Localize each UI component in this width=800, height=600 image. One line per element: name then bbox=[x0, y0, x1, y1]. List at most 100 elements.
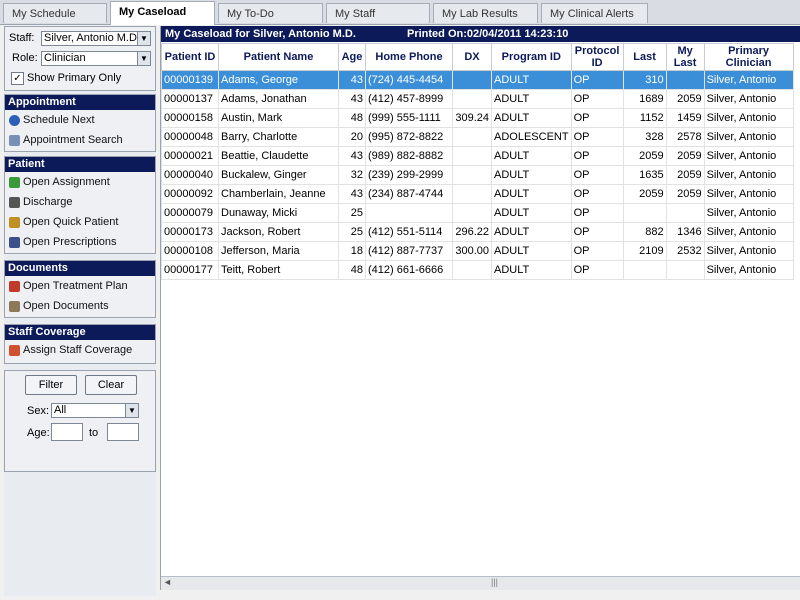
chevron-down-icon: ▼ bbox=[137, 52, 150, 65]
tab-my-lab-results[interactable]: My Lab Results bbox=[433, 3, 538, 23]
column-header[interactable]: Protocol ID bbox=[570, 43, 624, 71]
table-cell: 00000139 bbox=[161, 70, 219, 90]
column-header[interactable]: Primary Clinician bbox=[703, 43, 794, 71]
column-header[interactable]: Patient Name bbox=[218, 43, 339, 71]
tab-my-clinical-alerts[interactable]: My Clinical Alerts bbox=[541, 3, 648, 23]
table-cell bbox=[452, 89, 492, 109]
table-cell: 00000137 bbox=[161, 89, 219, 109]
discharge-link[interactable]: Discharge bbox=[5, 192, 155, 212]
appointment-search-link[interactable]: Appointment Search bbox=[5, 130, 155, 150]
scroll-left-icon[interactable]: ◄ bbox=[163, 577, 172, 587]
open-treatment-plan-label: Open Treatment Plan bbox=[23, 280, 128, 292]
table-cell: Silver, Antonio bbox=[703, 89, 794, 109]
age-to-input[interactable] bbox=[107, 423, 139, 441]
tab-my-schedule[interactable]: My Schedule bbox=[3, 3, 107, 23]
open-documents-link[interactable]: Open Documents bbox=[5, 296, 155, 316]
table-cell: OP bbox=[570, 70, 624, 90]
sex-select[interactable]: All ▼ bbox=[51, 403, 139, 418]
table-cell: Silver, Antonio bbox=[703, 222, 794, 242]
table-cell bbox=[365, 203, 453, 223]
documents-header: Documents bbox=[5, 261, 155, 276]
table-row[interactable]: 00000139 Adams, George 43 (724) 445-4454 ADU… bbox=[161, 70, 794, 90]
table-cell: 00000021 bbox=[161, 146, 219, 166]
column-header[interactable]: Home Phone bbox=[365, 43, 453, 71]
column-header[interactable]: Patient ID bbox=[161, 43, 219, 71]
table-cell: 1152 bbox=[622, 108, 667, 128]
table-cell bbox=[452, 70, 492, 90]
open-quick-patient-link[interactable]: Open Quick Patient bbox=[5, 212, 155, 232]
table-cell: 2578 bbox=[665, 127, 705, 147]
column-header[interactable]: My Last bbox=[665, 43, 705, 71]
age-from-input[interactable] bbox=[51, 423, 83, 441]
clear-button[interactable]: Clear bbox=[85, 375, 137, 395]
printed-on: Printed On:02/04/2011 14:23:10 bbox=[407, 28, 569, 40]
open-quick-patient-label: Open Quick Patient bbox=[23, 216, 119, 228]
quick-patient-icon bbox=[9, 216, 20, 228]
table-cell: (234) 887-4744 bbox=[365, 184, 453, 204]
horizontal-scrollbar[interactable]: ◄ ||| bbox=[161, 576, 800, 590]
table-cell: (724) 445-4454 bbox=[365, 70, 453, 90]
column-header[interactable]: DX bbox=[452, 43, 492, 71]
table-cell bbox=[452, 260, 492, 280]
table-cell: 1689 bbox=[622, 89, 667, 109]
table-cell: OP bbox=[570, 146, 624, 166]
chevron-down-icon: ▼ bbox=[125, 404, 138, 417]
role-select[interactable]: Clinician ▼ bbox=[41, 51, 151, 66]
tab-my-staff[interactable]: My Staff bbox=[326, 3, 430, 23]
table-cell: 2059 bbox=[665, 146, 705, 166]
table-cell: 48 bbox=[338, 260, 366, 280]
table-cell: 00000177 bbox=[161, 260, 219, 280]
table-cell: 310 bbox=[622, 70, 667, 90]
table-row[interactable]: 00000158 Austin, Mark 48 (999) 555-1111 309.… bbox=[161, 108, 794, 128]
staff-select[interactable]: Silver, Antonio M.D. ▼ bbox=[41, 31, 151, 46]
table-row[interactable]: 00000092 Chamberlain, Jeanne 43 (234) 887-4… bbox=[161, 184, 794, 204]
open-treatment-plan-link[interactable]: Open Treatment Plan bbox=[5, 276, 155, 296]
table-cell: Chamberlain, Jeanne bbox=[218, 184, 339, 204]
appointment-panel: Appointment Schedule Next Appointment Se… bbox=[4, 94, 156, 152]
show-primary-checkbox[interactable]: ✓ bbox=[11, 72, 24, 85]
table-cell: 2059 bbox=[622, 184, 667, 204]
table-cell: OP bbox=[570, 241, 624, 261]
table-cell: ADULT bbox=[491, 165, 572, 185]
treatment-plan-icon bbox=[9, 280, 20, 292]
table-cell: OP bbox=[570, 184, 624, 204]
staff-coverage-panel: Staff Coverage Assign Staff Coverage bbox=[4, 324, 156, 364]
filter-button[interactable]: Filter bbox=[25, 375, 77, 395]
sidebar: Staff: Silver, Antonio M.D. ▼ Role: Clin… bbox=[4, 26, 156, 596]
table-cell: Jackson, Robert bbox=[218, 222, 339, 242]
chevron-down-icon: ▼ bbox=[137, 32, 150, 45]
staff-select-value: Silver, Antonio M.D. bbox=[44, 32, 140, 44]
column-header[interactable]: Last bbox=[622, 43, 667, 71]
table-cell: Silver, Antonio bbox=[703, 165, 794, 185]
open-prescriptions-link[interactable]: Open Prescriptions bbox=[5, 232, 155, 252]
table-cell: Austin, Mark bbox=[218, 108, 339, 128]
tab-my-to-do[interactable]: My To-Do bbox=[218, 3, 323, 23]
table-row[interactable]: 00000021 Beattie, Claudette 43 (989) 882-88… bbox=[161, 146, 794, 166]
table-row[interactable]: 00000108 Jefferson, Maria 18 (412) 887-7737… bbox=[161, 241, 794, 261]
schedule-next-label: Schedule Next bbox=[23, 114, 95, 126]
table-cell: Adams, Jonathan bbox=[218, 89, 339, 109]
table-cell: ADULT bbox=[491, 146, 572, 166]
table-cell: 18 bbox=[338, 241, 366, 261]
search-icon bbox=[9, 134, 20, 146]
staff-coverage-icon bbox=[9, 344, 20, 356]
table-cell: 300.00 bbox=[452, 241, 492, 261]
tab-my-caseload[interactable]: My Caseload bbox=[110, 1, 215, 25]
table-cell: 296.22 bbox=[452, 222, 492, 242]
schedule-next-link[interactable]: Schedule Next bbox=[5, 110, 155, 130]
table-row[interactable]: 00000137 Adams, Jonathan 43 (412) 457-8999 A… bbox=[161, 89, 794, 109]
table-row[interactable]: 00000040 Buckalew, Ginger 32 (239) 299-2999… bbox=[161, 165, 794, 185]
sex-label: Sex: bbox=[27, 405, 50, 417]
scroll-grip-icon[interactable]: ||| bbox=[491, 577, 498, 587]
table-row[interactable]: 00000079 Dunaway, Micki 25 ADULT OP Silver, A… bbox=[161, 203, 794, 223]
assign-staff-coverage-link[interactable]: Assign Staff Coverage bbox=[5, 340, 155, 360]
open-assignment-link[interactable]: Open Assignment bbox=[5, 172, 155, 192]
table-row[interactable]: 00000173 Jackson, Robert 25 (412) 551-5114 2… bbox=[161, 222, 794, 242]
table-cell bbox=[665, 203, 705, 223]
age-to-label: to bbox=[89, 427, 99, 439]
table-cell: 2059 bbox=[665, 184, 705, 204]
table-row[interactable]: 00000048 Barry, Charlotte 20 (995) 872-8822… bbox=[161, 127, 794, 147]
table-row[interactable]: 00000177 Teitt, Robert 48 (412) 661-6666 ADU… bbox=[161, 260, 794, 280]
column-header[interactable]: Program ID bbox=[491, 43, 572, 71]
column-header[interactable]: Age bbox=[338, 43, 366, 71]
